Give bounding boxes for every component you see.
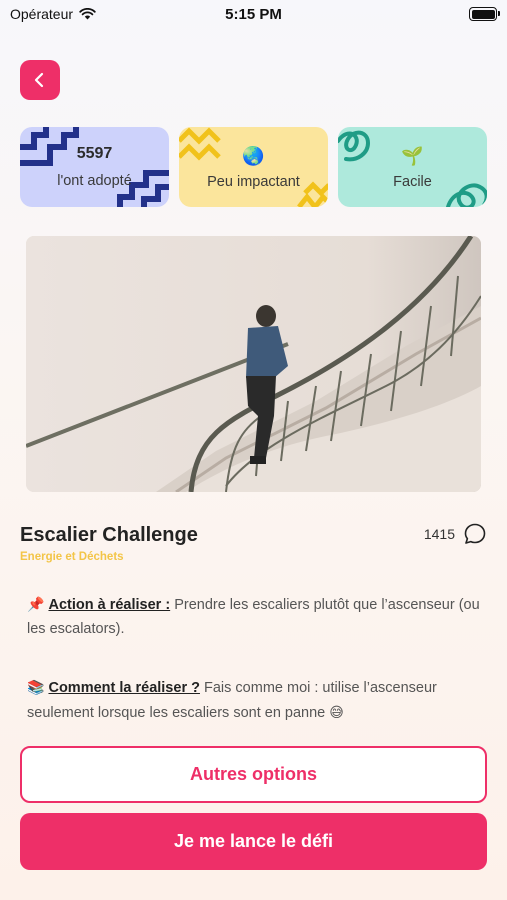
other-options-button[interactable]: Autres options bbox=[20, 746, 487, 803]
how-section: 📚 Comment la réaliser ? Fais comme moi :… bbox=[27, 675, 487, 725]
impact-label: Peu impactant bbox=[207, 173, 300, 190]
how-label: Comment la réaliser ? bbox=[48, 680, 200, 696]
battery-icon bbox=[469, 7, 500, 21]
adopted-count-card: 5597 l'ont adopté bbox=[20, 127, 169, 207]
action-section: 📌 Action à réaliser : Prendre les escali… bbox=[27, 592, 487, 641]
pushpin-icon: 📌 bbox=[27, 596, 45, 612]
impact-card: 🌏 Peu impactant bbox=[179, 127, 328, 207]
difficulty-card: 🌱 Facile bbox=[338, 127, 487, 207]
adopted-count: 5597 bbox=[76, 145, 113, 162]
challenge-category: Energie et Déchets bbox=[20, 551, 124, 563]
seedling-icon: 🌱 bbox=[401, 145, 424, 166]
globe-icon: 🌏 bbox=[242, 145, 265, 166]
back-button[interactable] bbox=[20, 60, 60, 100]
sweat-smile-icon: 😅 bbox=[329, 704, 344, 720]
chevron-left-icon bbox=[34, 72, 44, 88]
stats-row: 5597 l'ont adopté 🌏 Peu impactant 🌱 Faci… bbox=[20, 127, 487, 207]
challenge-title: Escalier Challenge bbox=[20, 524, 198, 546]
zigzag-decoration bbox=[179, 127, 328, 207]
adopted-label: l'ont adopté bbox=[57, 173, 132, 189]
comments-button[interactable]: 1415 bbox=[424, 522, 487, 546]
comment-bubble-icon bbox=[464, 523, 486, 544]
start-challenge-button[interactable]: Je me lance le défi bbox=[20, 813, 487, 870]
swirl-decoration bbox=[338, 130, 487, 207]
difficulty-label: Facile bbox=[393, 173, 432, 190]
status-bar: Opérateur 5:15 PM bbox=[0, 0, 507, 28]
pattern-decoration bbox=[20, 127, 169, 207]
status-time: 5:15 PM bbox=[225, 6, 282, 23]
action-label: Action à réaliser : bbox=[48, 597, 171, 613]
books-icon: 📚 bbox=[27, 679, 45, 695]
challenge-photo bbox=[26, 236, 481, 492]
comments-count: 1415 bbox=[423, 526, 455, 542]
